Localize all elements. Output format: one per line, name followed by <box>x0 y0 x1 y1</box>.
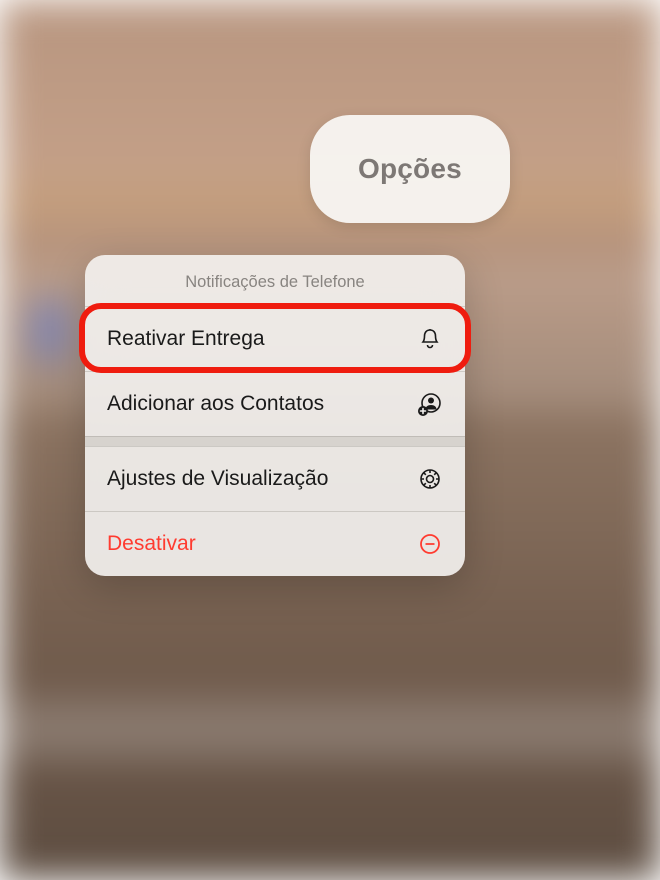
menu-item-reactivate-delivery[interactable]: Reativar Entrega <box>85 306 465 371</box>
add-contact-icon <box>417 391 443 417</box>
menu-item-view-settings[interactable]: Ajustes de Visualização <box>85 446 465 511</box>
context-menu: Notificações de Telefone Reativar Entreg… <box>85 255 465 576</box>
options-button[interactable]: Opções <box>310 115 510 223</box>
menu-divider <box>85 436 465 446</box>
menu-item-label: Reativar Entrega <box>107 327 265 351</box>
bell-icon <box>417 326 443 352</box>
menu-item-label: Desativar <box>107 532 196 556</box>
menu-item-label: Ajustes de Visualização <box>107 467 328 491</box>
bg-accent <box>0 700 660 760</box>
menu-header-text: Notificações de Telefone <box>185 273 364 291</box>
minus-circle-icon <box>417 531 443 557</box>
gear-icon <box>417 466 443 492</box>
menu-item-disable[interactable]: Desativar <box>85 511 465 576</box>
menu-item-add-contacts[interactable]: Adicionar aos Contatos <box>85 371 465 436</box>
options-label: Opções <box>358 153 462 184</box>
menu-item-label: Adicionar aos Contatos <box>107 392 324 416</box>
menu-header: Notificações de Telefone <box>85 255 465 306</box>
